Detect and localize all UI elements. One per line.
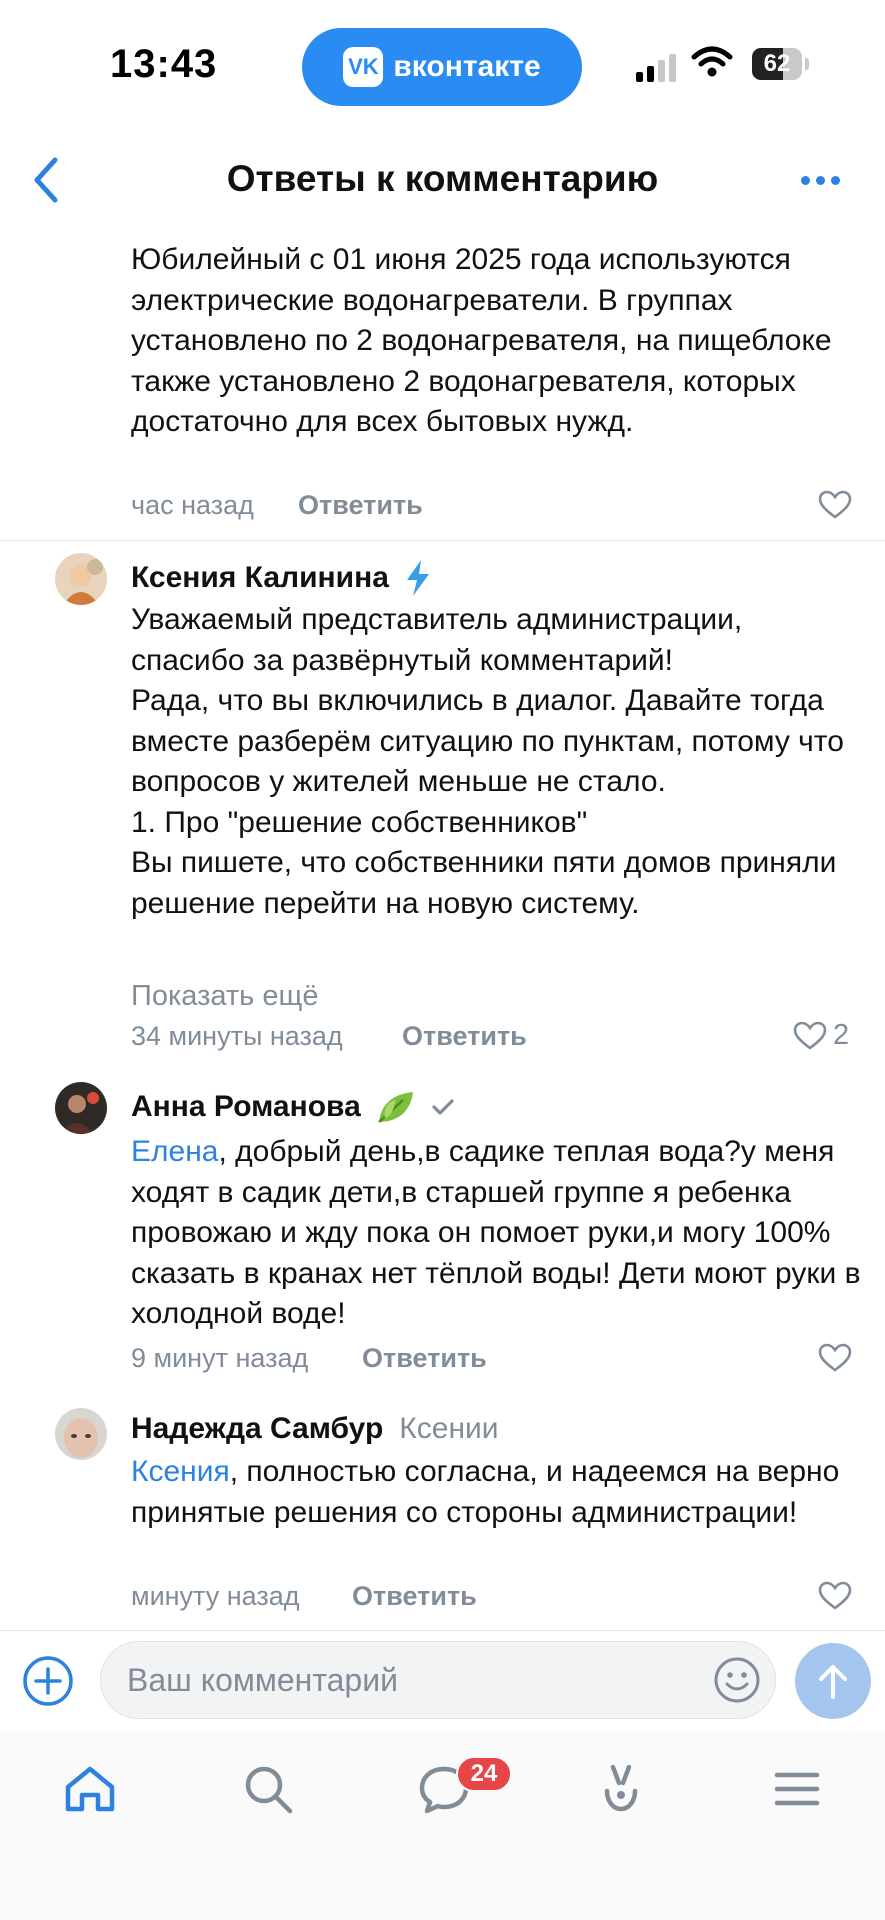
comment-composer: Ваш комментарий (0, 1630, 885, 1731)
author-name[interactable]: Ксения Калинина (131, 558, 433, 598)
author-name[interactable]: Анна Романова (131, 1088, 455, 1126)
vk-app-pill[interactable]: VK вконтакте (302, 28, 582, 106)
mention-link[interactable]: Ксения (131, 1455, 230, 1488)
mention-link[interactable]: Елена (131, 1135, 218, 1168)
bottom-tab-bar: 24 (0, 1732, 885, 1920)
battery-tip (805, 58, 809, 70)
home-icon (65, 1766, 115, 1812)
send-button[interactable] (795, 1643, 871, 1719)
more-button[interactable] (790, 160, 850, 200)
search-icon (245, 1766, 293, 1814)
tab-home[interactable] (55, 1754, 125, 1824)
vk-logo-icon: VK (343, 47, 384, 87)
verified-check-icon (432, 1099, 454, 1115)
heart-icon (818, 490, 852, 519)
page-title: Ответы к комментарию (226, 158, 659, 199)
comment-time: минуту назад (131, 1581, 300, 1611)
battery-level: 62 (763, 50, 791, 77)
tab-menu[interactable] (762, 1754, 832, 1824)
like-button[interactable] (818, 1581, 852, 1611)
cellular-signal-icon (636, 54, 676, 82)
comment-time: час назад (131, 490, 254, 520)
reply-button[interactable]: Ответить (298, 490, 423, 521)
comment-time: 9 минут назад (131, 1343, 309, 1373)
comment-text-body: , добрый день,в садике теплая вода?у мен… (131, 1135, 861, 1330)
comment-text: Ксения, полностью согласна, и надеемся н… (131, 1452, 861, 1533)
leaf-emoji (377, 1092, 413, 1123)
like-button[interactable] (818, 1343, 852, 1373)
battery-icon: 62 (752, 48, 802, 80)
comment-text: Юбилейный с 01 июня 2025 года используют… (131, 243, 832, 438)
comment-text: Уважаемый представитель администрации, с… (131, 603, 844, 920)
heart-icon (793, 1021, 827, 1050)
vk-app-label: вконтакте (393, 50, 541, 83)
author-name-text: Анна Романова (131, 1090, 361, 1123)
heart-icon (818, 1343, 852, 1372)
comment-input[interactable]: Ваш комментарий (100, 1641, 776, 1719)
more-dots-icon (800, 175, 840, 185)
like-count: 2 (833, 1019, 850, 1051)
send-arrow-icon (819, 1665, 847, 1699)
lightning-emoji (406, 560, 429, 596)
reply-button[interactable]: Ответить (352, 1581, 477, 1612)
author-name[interactable]: Надежда Самбур Ксении (131, 1412, 499, 1446)
reply-button[interactable]: Ответить (362, 1343, 487, 1374)
reply-button[interactable]: Ответить (402, 1021, 527, 1052)
status-bar: 13:43 VK вконтакте 62 (0, 0, 885, 130)
avatar[interactable] (55, 1408, 107, 1460)
avatar[interactable] (55, 553, 107, 605)
avatar[interactable] (55, 1082, 107, 1134)
like-button[interactable]: 2 (793, 1019, 849, 1052)
emoji-icon[interactable] (713, 1656, 761, 1704)
comment-time: 34 минуты назад (131, 1021, 343, 1051)
tab-search[interactable] (233, 1754, 303, 1824)
like-button[interactable] (818, 490, 852, 520)
comment-text: Елена, добрый день,в садике теплая вода?… (131, 1132, 861, 1335)
comment-input-placeholder: Ваш комментарий (127, 1662, 398, 1698)
wifi-icon (691, 46, 733, 77)
author-name-text: Надежда Самбур (131, 1412, 384, 1445)
clips-icon (604, 1764, 638, 1812)
status-time: 13:43 (110, 42, 218, 86)
plus-circle-icon[interactable] (22, 1655, 74, 1707)
comment-text-body: , полностью согласна, и надеемся на верн… (131, 1455, 840, 1529)
divider (0, 540, 885, 541)
tab-clips[interactable] (586, 1754, 656, 1824)
author-name-text: Ксения Калинина (131, 561, 389, 594)
reply-to-name: Ксении (399, 1412, 499, 1445)
heart-icon (818, 1581, 852, 1610)
menu-icon (774, 1772, 820, 1806)
page-header: Ответы к комментарию (0, 130, 885, 230)
show-more-link[interactable]: Показать ещё (131, 980, 318, 1013)
messages-badge: 24 (456, 1756, 512, 1792)
